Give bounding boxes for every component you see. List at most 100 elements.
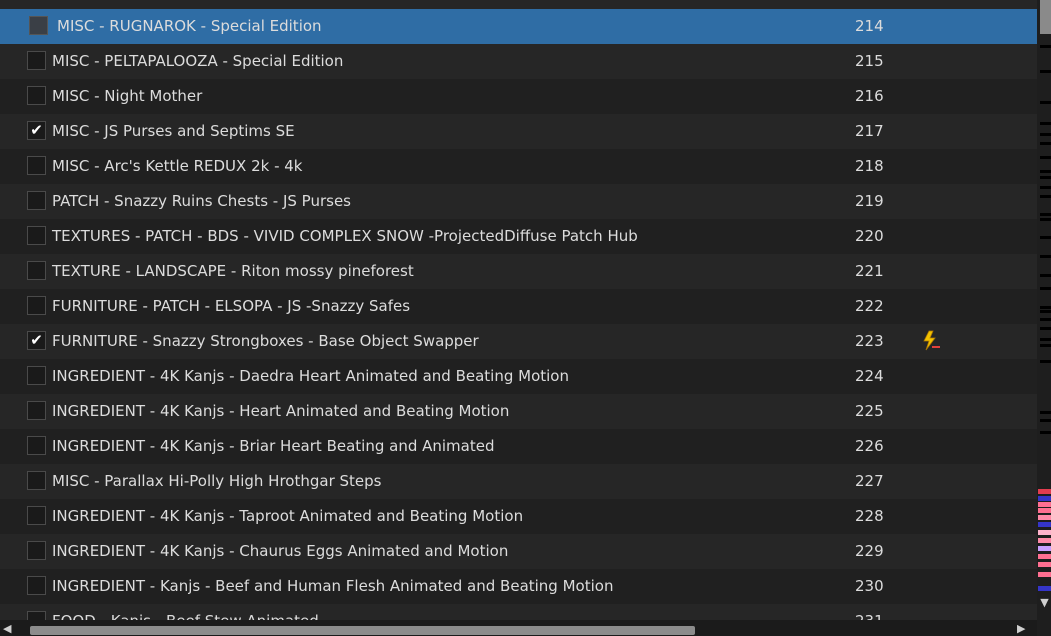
- scrollbar-marker: [1038, 502, 1051, 507]
- mod-name: INGREDIENT - Kanjs - Beef and Human Fles…: [52, 577, 614, 595]
- enable-checkbox[interactable]: [27, 261, 46, 280]
- enable-checkbox[interactable]: [27, 156, 46, 175]
- mod-row[interactable]: MISC - Night Mother 216: [0, 79, 1037, 114]
- enable-checkbox[interactable]: ✔: [27, 121, 46, 140]
- enable-checkbox[interactable]: [27, 541, 46, 560]
- enable-checkbox[interactable]: [27, 51, 46, 70]
- scrollbar-marker: [1040, 318, 1051, 321]
- mod-name: MISC - Parallax Hi-Polly High Hrothgar S…: [52, 472, 382, 490]
- mod-row[interactable]: MISC - Arc's Kettle REDUX 2k - 4k 218: [0, 149, 1037, 184]
- mod-row[interactable]: MISC - Parallax Hi-Polly High Hrothgar S…: [0, 464, 1037, 499]
- mod-priority: 222: [855, 297, 884, 315]
- mod-row[interactable]: ✔ FURNITURE - Snazzy Strongboxes - Base O…: [0, 324, 1037, 359]
- mod-priority: 228: [855, 507, 884, 525]
- scrollbar-marker: [1038, 538, 1051, 543]
- enable-checkbox[interactable]: [27, 226, 46, 245]
- mod-priority: 215: [855, 52, 884, 70]
- scrollbar-marker: [1040, 133, 1051, 136]
- scrollbar-marker: [1038, 522, 1051, 527]
- mod-name: MISC - Night Mother: [52, 87, 203, 105]
- scrollbar-corner: [1037, 620, 1051, 636]
- mod-row[interactable]: MISC - PELTAPALOOZA - Special Edition 215: [0, 44, 1037, 79]
- scrollbar-marker: [1040, 310, 1051, 313]
- mod-priority: 216: [855, 87, 884, 105]
- mod-priority: 217: [855, 122, 884, 140]
- mod-row[interactable]: INGREDIENT - Kanjs - Beef and Human Fles…: [0, 569, 1037, 604]
- enable-checkbox[interactable]: [27, 471, 46, 490]
- mod-row[interactable]: TEXTURE - LANDSCAPE - Riton mossy pinefo…: [0, 254, 1037, 289]
- scrollbar-marker: [1040, 419, 1051, 422]
- mod-priority: 220: [855, 227, 884, 245]
- scrollbar-marker: [1040, 431, 1051, 434]
- enable-checkbox[interactable]: ✔: [27, 331, 46, 350]
- mod-row[interactable]: INGREDIENT - 4K Kanjs - Daedra Heart Ani…: [0, 359, 1037, 394]
- mod-name: MISC - RUGNAROK - Special Edition: [57, 17, 322, 35]
- mod-name: INGREDIENT - 4K Kanjs - Heart Animated a…: [52, 402, 510, 420]
- enable-checkbox[interactable]: [27, 86, 46, 105]
- scrollbar-marker: [1038, 530, 1051, 535]
- scrollbar-marker: [1040, 287, 1051, 290]
- mod-name: INGREDIENT - 4K Kanjs - Chaurus Eggs Ani…: [52, 542, 509, 560]
- scrollbar-marker: [1040, 327, 1051, 330]
- mod-name: FURNITURE - PATCH - ELSOPA - JS -Snazzy …: [52, 297, 411, 315]
- mod-row[interactable]: INGREDIENT - 4K Kanjs - Taproot Animated…: [0, 499, 1037, 534]
- scrollbar-marker: [1040, 306, 1051, 309]
- mod-name: FURNITURE - Snazzy Strongboxes - Base Ob…: [52, 332, 479, 350]
- scrollbar-marker: [1040, 195, 1051, 198]
- mod-row[interactable]: PATCH - Snazzy Ruins Chests - JS Purses 2…: [0, 184, 1037, 219]
- enable-checkbox[interactable]: [27, 191, 46, 210]
- horizontal-scrollbar-thumb[interactable]: [30, 626, 695, 635]
- scrollbar-marker: [1040, 176, 1051, 179]
- scroll-left-icon[interactable]: ◀: [3, 622, 11, 635]
- enable-checkbox[interactable]: [27, 366, 46, 385]
- mod-list[interactable]: TEXTURE - LANDSCAPE - ...213MISC - RUGNA…: [0, 0, 1037, 624]
- enable-checkbox[interactable]: [27, 296, 46, 315]
- scrollbar-marker: [1040, 45, 1051, 48]
- scrollbar-marker: [1040, 338, 1051, 341]
- mod-name: INGREDIENT - 4K Kanjs - Briar Heart Beat…: [52, 437, 495, 455]
- mod-priority: 227: [855, 472, 884, 490]
- mod-row[interactable]: INGREDIENT - 4K Kanjs - Briar Heart Beat…: [0, 429, 1037, 464]
- scrollbar-marker: [1040, 70, 1051, 73]
- scrollbar-marker: [1040, 213, 1051, 216]
- scrollbar-marker: [1038, 489, 1051, 494]
- mod-name: INGREDIENT - 4K Kanjs - Taproot Animated…: [52, 507, 524, 525]
- mod-row[interactable]: TEXTURES - PATCH - BDS - VIVID COMPLEX S…: [0, 219, 1037, 254]
- mod-row[interactable]: INGREDIENT - 4K Kanjs - Heart Animated a…: [0, 394, 1037, 429]
- scrollbar-marker: [1040, 344, 1051, 347]
- mod-row[interactable]: FURNITURE - PATCH - ELSOPA - JS -Snazzy …: [0, 289, 1037, 324]
- mod-row[interactable]: MISC - RUGNAROK - Special Edition 214: [0, 9, 1037, 44]
- mod-priority: 214: [855, 17, 884, 35]
- mod-name: MISC - JS Purses and Septims SE: [52, 122, 295, 140]
- enable-checkbox[interactable]: [27, 576, 46, 595]
- lightning-warning-icon[interactable]: [921, 330, 941, 352]
- scroll-down-icon[interactable]: ▼: [1038, 596, 1051, 616]
- mod-row[interactable]: TEXTURE - LANDSCAPE - ...213: [0, 0, 1037, 9]
- mod-row[interactable]: ✔ MISC - JS Purses and Septims SE 217: [0, 114, 1037, 149]
- enable-checkbox[interactable]: [27, 436, 46, 455]
- mod-row[interactable]: INGREDIENT - 4K Kanjs - Chaurus Eggs Ani…: [0, 534, 1037, 569]
- enable-checkbox[interactable]: [29, 16, 48, 35]
- mod-priority: 230: [855, 577, 884, 595]
- mod-name: INGREDIENT - 4K Kanjs - Daedra Heart Ani…: [52, 367, 569, 385]
- scrollbar-marker: [1038, 515, 1051, 520]
- enable-checkbox[interactable]: [27, 401, 46, 420]
- scrollbar-marker: [1038, 554, 1051, 559]
- scrollbar-marker: [1040, 156, 1051, 159]
- scroll-right-icon[interactable]: ▶: [1017, 622, 1025, 635]
- scrollbar-marker: [1038, 562, 1051, 567]
- mod-priority: 225: [855, 402, 884, 420]
- scrollbar-marker: [1040, 360, 1051, 363]
- mod-name: MISC - Arc's Kettle REDUX 2k - 4k: [52, 157, 303, 175]
- scrollbar-marker: [1040, 122, 1051, 125]
- vertical-scrollbar-thumb[interactable]: [1040, 0, 1051, 34]
- scrollbar-marker: [1038, 586, 1051, 591]
- mod-priority: 223: [855, 332, 884, 350]
- mod-priority: 219: [855, 192, 884, 210]
- enable-checkbox[interactable]: [27, 506, 46, 525]
- mod-priority: 229: [855, 542, 884, 560]
- mod-name: MISC - PELTAPALOOZA - Special Edition: [52, 52, 344, 70]
- mod-priority: 218: [855, 157, 884, 175]
- scrollbar-marker: [1040, 142, 1051, 145]
- scrollbar-marker: [1038, 508, 1051, 513]
